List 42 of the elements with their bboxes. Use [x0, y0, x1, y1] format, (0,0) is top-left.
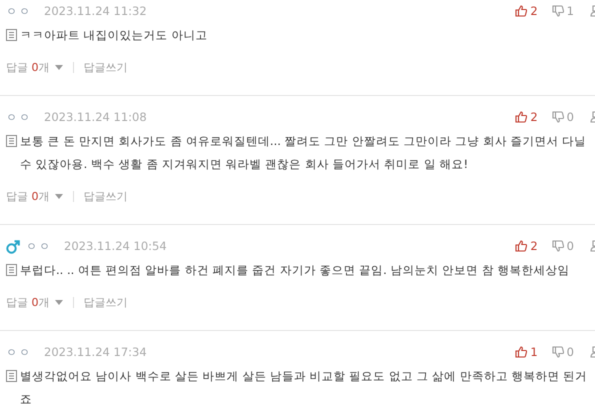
comment-text: 별생각없어요 남이사 백수로 살든 바쁘게 살든 남들과 비교할 필요도 없고 그 삶에 만족하고 행복하면 된거죠 — [20, 368, 588, 408]
thumbs-up-icon — [515, 346, 528, 358]
thumbs-up-icon — [515, 5, 528, 17]
comment-text: ㅋㅋ아파트 내집이있는거도 아니고 — [20, 27, 208, 44]
thumbs-down-icon — [552, 111, 564, 123]
like-button[interactable]: 2 — [515, 239, 538, 253]
comment-date: 2023.11.24 10:54 — [64, 239, 167, 253]
thumbs-down-icon — [552, 5, 564, 17]
comment-icon — [6, 29, 17, 41]
thumbs-up-icon — [515, 240, 528, 252]
like-button[interactable]: 2 — [515, 4, 538, 18]
nickname[interactable]: ㅇㅇ — [6, 110, 32, 124]
thumbs-down-icon — [552, 240, 564, 252]
comment-text: 부럽다.. .. 여튼 편의점 알바를 하건 폐지를 줍건 자기가 좋으면 끝임. 남의눈치 안보면 참 행복한세상임 — [20, 262, 570, 279]
write-reply-link[interactable]: 답글쓰기 — [84, 294, 128, 310]
write-reply-link[interactable]: 답글쓰기 — [84, 188, 128, 204]
thumbs-up-icon — [515, 111, 528, 123]
comment-date: 2023.11.24 11:32 — [44, 4, 147, 18]
reply-count-link[interactable]: 답글 0개 — [6, 294, 50, 310]
dislike-button[interactable]: 1 — [552, 4, 574, 18]
dislike-button[interactable]: 0 — [552, 239, 574, 253]
nickname[interactable]: ㅇㅇ — [6, 344, 32, 360]
dislike-button[interactable]: 0 — [552, 345, 574, 359]
caret-icon[interactable] — [54, 64, 62, 70]
dislike-button[interactable]: 0 — [552, 110, 574, 124]
write-reply-link[interactable]: 답글쓰기 — [84, 60, 128, 74]
nickname[interactable]: ㅇㅇ — [26, 238, 52, 254]
comment-icon — [6, 135, 17, 147]
thumbs-down-icon — [552, 346, 564, 358]
comment-date: 2023.11.24 17:34 — [44, 345, 147, 359]
comment-date: 2023.11.24 11:08 — [44, 110, 147, 124]
caret-icon[interactable] — [54, 194, 62, 198]
like-button[interactable]: 2 — [515, 110, 538, 124]
comment-text: 보통 큰 돈 만지면 회사가도 좀 여유로워질텐데... 짤려도 그만 안짤려도 그만이라 그냥 회사 즐기면서 다닐 수 있잖아용. 백수 생활 좀 지겨워지면 워라벨 괜찮은 회사 들어가서 취미로 일 해요! — [20, 133, 588, 173]
reply-count-link[interactable]: 답글 0개 — [6, 60, 50, 74]
like-button[interactable]: 1 — [515, 345, 538, 359]
male-icon — [6, 238, 20, 254]
comment-icon — [6, 370, 17, 382]
reply-count-link[interactable]: 답글 0개 — [6, 188, 50, 204]
comment-icon — [6, 264, 17, 276]
caret-icon[interactable] — [54, 300, 62, 304]
nickname[interactable]: ㅇㅇ — [6, 4, 32, 18]
